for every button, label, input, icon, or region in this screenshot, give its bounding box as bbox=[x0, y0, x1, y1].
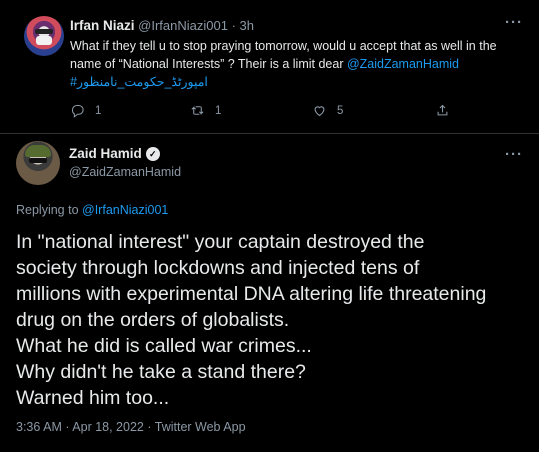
tweet-line: society through lockdowns and injected t… bbox=[16, 257, 420, 279]
replying-label: Replying to bbox=[16, 203, 83, 217]
tweet-time[interactable]: 3h bbox=[240, 18, 254, 33]
verified-badge-icon: ✓ bbox=[145, 146, 160, 161]
main-tweet-text: In "national interest" your captain dest… bbox=[16, 229, 531, 411]
reply-tweet[interactable]: Irfan Niazi @IrfanNiazi001 · 3h ··· What… bbox=[0, 0, 539, 133]
more-icon[interactable]: ··· bbox=[505, 14, 523, 31]
tweet-header: Irfan Niazi @IrfanNiazi001 · 3h bbox=[70, 18, 254, 34]
share-button[interactable] bbox=[435, 103, 450, 118]
reply-button[interactable]: 1 bbox=[70, 103, 101, 118]
tweet-line: Warned him too... bbox=[16, 387, 170, 409]
retweet-icon bbox=[191, 106, 204, 115]
tweet-line: What he did is called war crimes... bbox=[16, 335, 312, 357]
tweet-metadata[interactable]: 3:36 AM · Apr 18, 2022 · Twitter Web App bbox=[16, 420, 246, 434]
tweet-line: drug on the orders of globalists. bbox=[16, 309, 290, 331]
replying-to-link[interactable]: @IrfanNiazi001 bbox=[82, 203, 168, 217]
cap-shape bbox=[25, 145, 51, 157]
sunglasses-shape bbox=[29, 158, 47, 163]
tweet-text: What if they tell u to stop praying tomo… bbox=[70, 37, 530, 91]
like-count: 5 bbox=[337, 104, 344, 117]
author-handle[interactable]: @IrfanNiazi001 bbox=[138, 18, 228, 33]
mask-shape bbox=[36, 36, 52, 45]
replying-to: Replying to @IrfanNiazi001 bbox=[16, 203, 168, 217]
avatar[interactable] bbox=[24, 16, 64, 56]
tweet-divider bbox=[0, 133, 539, 134]
avatar[interactable] bbox=[16, 141, 60, 185]
like-icon bbox=[314, 106, 325, 117]
main-author[interactable]: Zaid Hamid ✓ bbox=[69, 146, 160, 161]
more-icon[interactable]: ··· bbox=[505, 146, 523, 163]
tweet-line: millions with experimental DNA altering … bbox=[16, 283, 487, 305]
retweet-button[interactable]: 1 bbox=[190, 103, 221, 118]
like-button[interactable]: 5 bbox=[312, 103, 343, 118]
share-icon bbox=[437, 104, 448, 116]
hashtag-link[interactable]: #امپورٹڈ_حکومت_نامنظور bbox=[70, 75, 208, 89]
reply-count: 1 bbox=[95, 104, 102, 117]
glasses-shape bbox=[35, 29, 53, 34]
author-name[interactable]: Irfan Niazi bbox=[70, 18, 135, 33]
tweet-line: In "national interest" your captain dest… bbox=[16, 231, 425, 253]
reply-icon bbox=[71, 104, 84, 118]
mention-link[interactable]: @ZaidZamanHamid bbox=[347, 57, 459, 71]
retweet-count: 1 bbox=[215, 104, 222, 117]
author-name[interactable]: Zaid Hamid bbox=[69, 146, 142, 161]
time-separator: · bbox=[231, 18, 236, 33]
tweet-actions: 1 1 5 bbox=[60, 103, 460, 123]
author-handle[interactable]: @ZaidZamanHamid bbox=[69, 165, 181, 179]
tweet-line: Why didn't he take a stand there? bbox=[16, 361, 306, 383]
